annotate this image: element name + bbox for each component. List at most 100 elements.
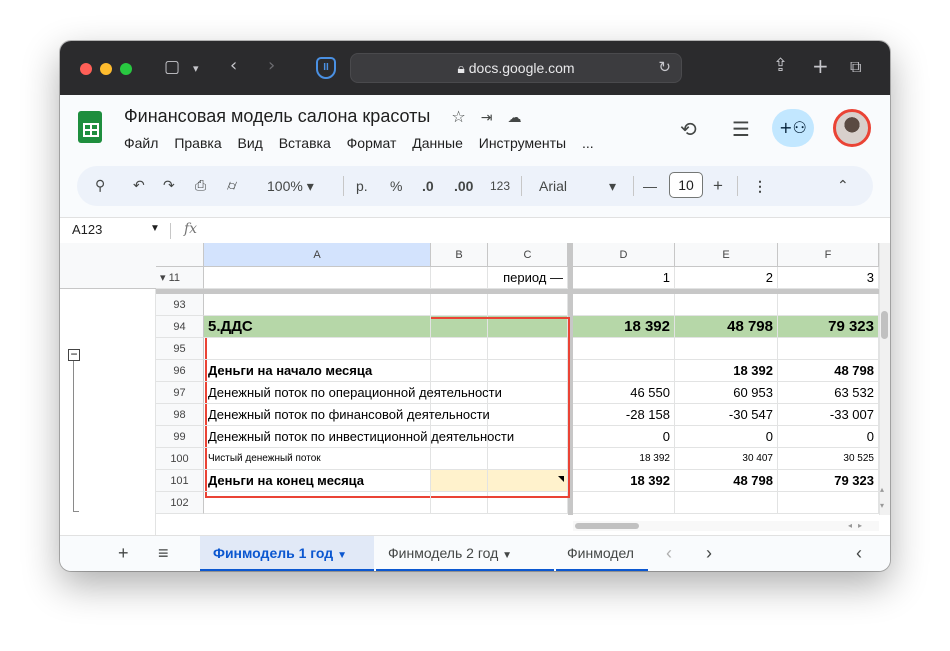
menu-view[interactable]: Вид [238, 135, 263, 151]
menu-format[interactable]: Формат [347, 135, 397, 151]
column-header-a[interactable]: A [204, 243, 431, 267]
cell-b94[interactable] [431, 316, 488, 338]
privacy-shield-icon[interactable]: II [316, 57, 336, 79]
cell-a94[interactable]: 5.ДДС [204, 316, 431, 338]
redo-icon[interactable]: ↷ [163, 176, 175, 196]
vertical-scrollbar[interactable] [879, 243, 890, 515]
undo-icon[interactable]: ↶ [133, 176, 145, 196]
cell-c11[interactable]: период — [488, 267, 568, 289]
comments-icon[interactable]: ☰ [732, 117, 750, 141]
cell-d99[interactable]: 0 [573, 426, 675, 448]
sheets-logo-icon[interactable] [78, 111, 102, 143]
more-options-icon[interactable]: ⋮ [753, 176, 767, 196]
cell-e102[interactable] [675, 492, 778, 514]
cell-e94[interactable]: 48 798 [675, 316, 778, 338]
cell-c94[interactable] [488, 316, 568, 338]
cell-b102[interactable] [431, 492, 488, 514]
cell-d94[interactable]: 18 392 [573, 316, 675, 338]
close-window-button[interactable] [80, 63, 92, 75]
cell-f93[interactable] [778, 294, 879, 316]
cell-f97[interactable]: 63 532 [778, 382, 879, 404]
zoom-select[interactable]: 100% ▾ [267, 176, 314, 196]
select-all-corner[interactable] [156, 243, 204, 267]
scroll-down-icon[interactable]: ▾ [880, 501, 884, 510]
cell-f95[interactable] [778, 338, 879, 360]
row-header-100[interactable]: 100 [156, 448, 204, 470]
paint-format-icon[interactable]: ⌭ [227, 176, 237, 196]
cell-f102[interactable] [778, 492, 879, 514]
menu-file[interactable]: Файл [124, 135, 158, 151]
menu-data[interactable]: Данные [412, 135, 463, 151]
avatar[interactable] [833, 109, 871, 147]
cell-d11[interactable]: 1 [573, 267, 675, 289]
share-icon[interactable]: ⇪ [773, 56, 788, 76]
cell-f11[interactable]: 3 [778, 267, 879, 289]
font-size-increase-button[interactable]: + [713, 176, 723, 196]
cell-b95[interactable] [431, 338, 488, 360]
new-tab-icon[interactable]: + [812, 56, 829, 76]
row-header-99[interactable]: 99 [156, 426, 204, 448]
row-header-97[interactable]: 97 [156, 382, 204, 404]
forward-icon[interactable]: › [268, 56, 275, 76]
row-header-101[interactable]: 101 [156, 470, 204, 492]
cell-e95[interactable] [675, 338, 778, 360]
scroll-arrows-icon[interactable]: ◂▸ [848, 521, 868, 530]
row-header-95[interactable]: 95 [156, 338, 204, 360]
cell-c100[interactable] [488, 448, 568, 470]
menu-tools[interactable]: Инструменты [479, 135, 566, 151]
cell-a93[interactable] [204, 294, 431, 316]
hide-menus-icon[interactable]: ⌃ [837, 176, 849, 196]
cell-f100[interactable]: 30 525 [778, 448, 879, 470]
cell-d96[interactable] [573, 360, 675, 382]
cell-a11[interactable] [204, 267, 431, 289]
cell-d95[interactable] [573, 338, 675, 360]
cell-e100[interactable]: 30 407 [675, 448, 778, 470]
search-icon[interactable]: ⚲ [95, 176, 105, 196]
column-header-e[interactable]: E [675, 243, 778, 267]
cell-f98[interactable]: -33 007 [778, 404, 879, 426]
reload-icon[interactable]: ↻ [658, 54, 671, 82]
star-icon[interactable]: ☆ [451, 107, 465, 126]
share-button[interactable]: +⚇ [772, 109, 814, 147]
cell-a97[interactable]: Денежный поток по операционной деятельно… [204, 382, 502, 404]
vertical-scroll-thumb[interactable] [881, 311, 888, 339]
zoom-window-button[interactable] [120, 63, 132, 75]
cell-e101[interactable]: 48 798 [675, 470, 778, 492]
column-header-d[interactable]: D [573, 243, 675, 267]
cell-a96[interactable]: Деньги на начало месяца [204, 360, 431, 382]
tabs-prev-button[interactable]: ‹ [666, 536, 672, 571]
row-header-93[interactable]: 93 [156, 294, 204, 316]
cell-a101[interactable]: Деньги на конец месяца [204, 470, 431, 492]
cell-a100[interactable]: Чистый денежный поток [204, 448, 431, 470]
tab-finmodel-3[interactable]: Финмодел [556, 536, 648, 571]
cell-e98[interactable]: -30 547 [675, 404, 778, 426]
percent-format-button[interactable]: % [390, 176, 402, 196]
column-header-c[interactable]: C [488, 243, 568, 267]
back-icon[interactable]: ‹ [230, 56, 237, 76]
font-select[interactable]: Arial ▾ [539, 176, 619, 196]
cell-d101[interactable]: 18 392 [573, 470, 675, 492]
menu-edit[interactable]: Правка [174, 135, 221, 151]
name-box[interactable]: A123 ▼ [72, 222, 160, 237]
cell-c93[interactable] [488, 294, 568, 316]
font-size-input[interactable]: 10 [669, 172, 703, 198]
cell-e96[interactable]: 18 392 [675, 360, 778, 382]
column-header-b[interactable]: B [431, 243, 488, 267]
cell-b11[interactable] [431, 267, 488, 289]
cell-c101[interactable] [488, 470, 568, 492]
row-header-98[interactable]: 98 [156, 404, 204, 426]
row-header-102[interactable]: 102 [156, 492, 204, 514]
scroll-up-icon[interactable]: ▴ [880, 485, 884, 494]
cell-f101[interactable]: 79 323 [778, 470, 879, 492]
cell-b100[interactable] [431, 448, 488, 470]
tab-finmodel-2[interactable]: Финмодель 2 год ▼ [376, 536, 554, 571]
cell-c102[interactable] [488, 492, 568, 514]
cloud-status-icon[interactable]: ☁ [507, 110, 521, 126]
cell-a99[interactable]: Денежный поток по инвестиционной деятель… [204, 426, 514, 448]
add-sheet-button[interactable]: + [118, 536, 129, 571]
cell-c95[interactable] [488, 338, 568, 360]
horizontal-scroll-thumb[interactable] [575, 523, 639, 529]
tab-finmodel-1[interactable]: Финмодель 1 год ▼ [200, 536, 374, 571]
cell-a98[interactable]: Денежный поток по финансовой деятельност… [204, 404, 490, 426]
cell-d98[interactable]: -28 158 [573, 404, 675, 426]
